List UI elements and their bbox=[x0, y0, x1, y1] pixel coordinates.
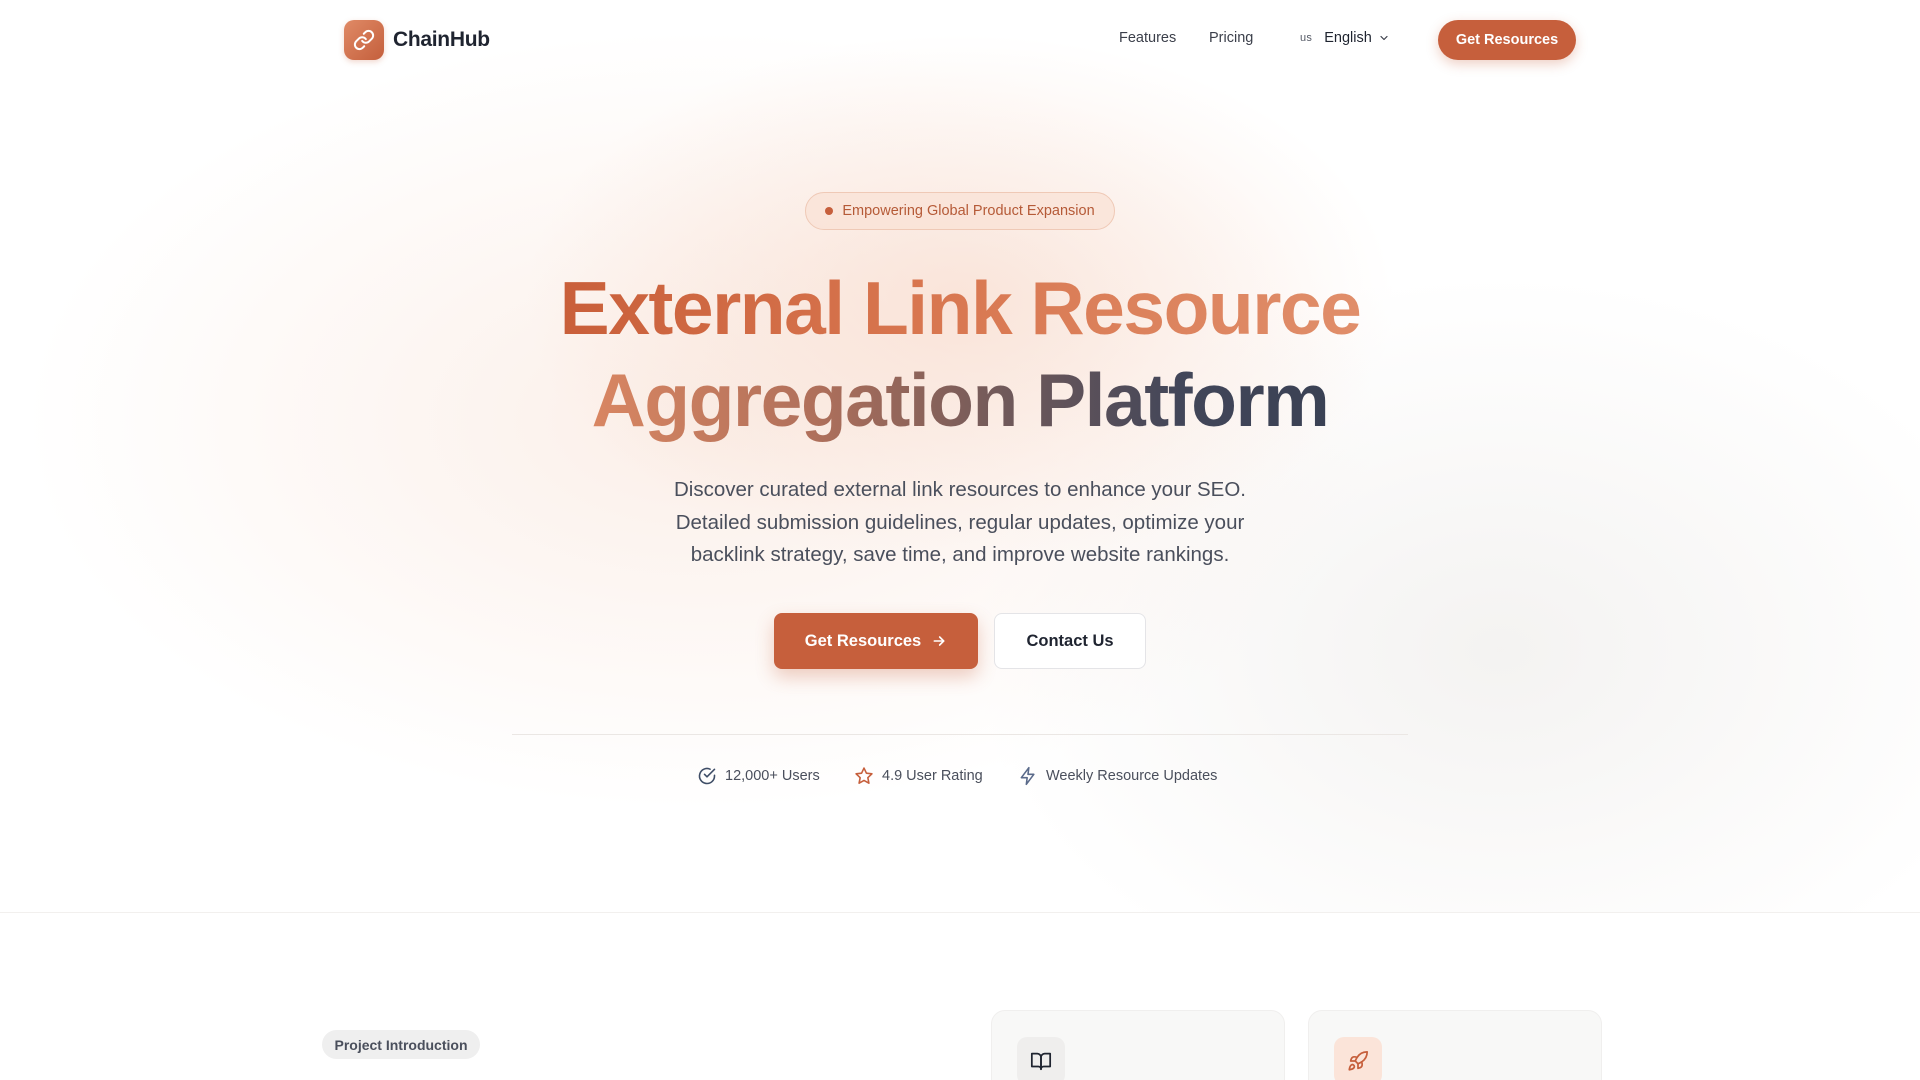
contact-us-button[interactable]: Contact Us bbox=[994, 613, 1146, 669]
stat-rating-text: 4.9 User Rating bbox=[882, 768, 983, 784]
stat-users: 12,000+ Users bbox=[697, 766, 820, 786]
hero-subtitle: Discover curated external link resources… bbox=[610, 474, 1310, 572]
nav-features[interactable]: Features bbox=[1119, 30, 1176, 46]
stat-updates: Weekly Resource Updates bbox=[1018, 766, 1217, 786]
stat-updates-text: Weekly Resource Updates bbox=[1046, 768, 1218, 784]
star-icon bbox=[854, 766, 874, 786]
hero-subtitle-line1: Discover curated external link resources… bbox=[674, 478, 1246, 501]
language-code: us bbox=[1300, 32, 1313, 44]
stat-rating: 4.9 User Rating bbox=[854, 766, 983, 786]
hero-subtitle-line3: backlink strategy, save time, and improv… bbox=[690, 543, 1230, 566]
get-resources-button[interactable]: Get Resources bbox=[774, 613, 978, 669]
header-get-resources-button[interactable]: Get Resources bbox=[1438, 20, 1576, 60]
hero-divider bbox=[512, 734, 1408, 735]
language-selector[interactable]: us English bbox=[1300, 30, 1390, 46]
lightning-icon bbox=[1018, 766, 1038, 786]
logo-text: ChainHub bbox=[393, 28, 490, 51]
feature-card-1 bbox=[991, 1010, 1285, 1080]
hero-badge: Empowering Global Product Expansion bbox=[805, 192, 1115, 230]
chevron-down-icon bbox=[1378, 32, 1390, 44]
language-label: English bbox=[1324, 30, 1372, 46]
feature-card-2 bbox=[1308, 1010, 1602, 1080]
hero-title-line2: Aggregation Platform bbox=[591, 358, 1330, 442]
get-resources-label: Get Resources bbox=[804, 631, 922, 650]
hero-title-line1: External Link Resource bbox=[559, 266, 1362, 350]
check-circle-icon bbox=[697, 766, 717, 786]
badge-text: Empowering Global Product Expansion bbox=[842, 203, 1095, 219]
badge-dot bbox=[825, 207, 834, 215]
book-open-icon bbox=[1017, 1037, 1065, 1080]
header: ChainHub Features Pricing us English Get… bbox=[0, 0, 1920, 80]
stat-users-text: 12,000+ Users bbox=[725, 768, 820, 784]
rocket-icon bbox=[1334, 1037, 1382, 1080]
logo[interactable]: ChainHub bbox=[344, 20, 490, 60]
arrow-right-icon bbox=[931, 633, 947, 649]
nav-pricing[interactable]: Pricing bbox=[1209, 30, 1253, 46]
hero-title: External Link Resource Aggregation Platf… bbox=[460, 262, 1460, 446]
project-introduction-pill: Project Introduction bbox=[322, 1030, 480, 1059]
page: ChainHub Features Pricing us English Get… bbox=[0, 0, 1920, 1080]
intro-section bbox=[0, 913, 1920, 1080]
link-icon bbox=[344, 20, 384, 60]
hero-subtitle-line2: Detailed submission guidelines, regular … bbox=[675, 510, 1245, 534]
